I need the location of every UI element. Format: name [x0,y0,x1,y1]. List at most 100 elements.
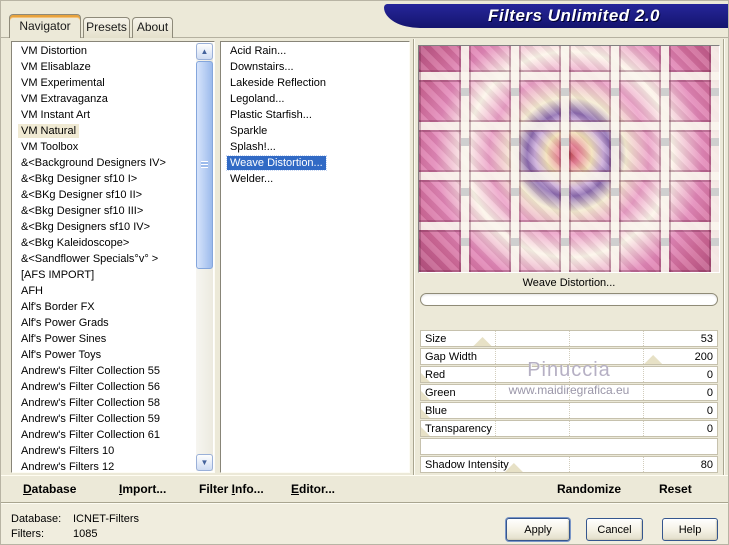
list-item[interactable]: Lakeside Reflection [221,75,409,91]
list-item[interactable]: Downstairs... [221,59,409,75]
tick-mark [643,403,644,418]
list-item[interactable]: VM Natural [12,123,197,139]
slider-handle[interactable] [644,355,663,364]
filters-count-value: 1085 [73,528,98,540]
tick-mark [495,385,496,400]
preview-caption: Weave Distortion... [522,277,616,289]
tick-mark [569,331,570,346]
list-item[interactable]: Plastic Starfish... [221,107,409,123]
import-button[interactable]: Import... [119,482,166,496]
list-item[interactable]: VM Distortion [12,43,197,59]
param-row-gap-width[interactable]: Gap Width 200 [420,348,718,365]
list-item[interactable]: AFH [12,283,197,299]
list-item[interactable]: Andrew's Filters 10 [12,443,197,459]
list-item[interactable]: &<Bkg Designer sf10 III> [12,203,197,219]
randomize-button[interactable]: Randomize [557,482,621,496]
tick-mark [495,349,496,364]
list-item[interactable]: Acid Rain... [221,43,409,59]
list-item[interactable]: Alf's Power Grads [12,315,197,331]
list-item[interactable]: Andrew's Filter Collection 61 [12,427,197,443]
tick-mark [643,457,644,472]
list-item[interactable]: VM Toolbox [12,139,197,155]
list-item[interactable]: Andrew's Filter Collection 58 [12,395,197,411]
list-item[interactable]: Splash!... [221,139,409,155]
param-label: Red [425,369,446,381]
database-button[interactable]: Database [23,482,76,496]
list-item[interactable]: Legoland... [221,91,409,107]
param-row-empty [420,438,718,455]
progress-bar [420,293,718,306]
param-row-shadow-intensity[interactable]: Shadow Intensity 80 [420,456,718,473]
list-item[interactable]: Sparkle [221,123,409,139]
database-status: Database: ICNET-Filters Filters: 1085 [11,512,139,542]
list-item[interactable]: &<Bkg Designer sf10 I> [12,171,197,187]
status-bar: Database: ICNET-Filters Filters: 1085 Ap… [1,503,728,544]
tick-mark [643,331,644,346]
param-row-red[interactable]: Red 0 [420,366,718,383]
scroll-up-icon[interactable]: ▲ [196,43,213,60]
editor-button[interactable]: Editor... [291,482,335,496]
param-row-transparency[interactable]: Transparency 0 [420,420,718,437]
list-item[interactable]: Alf's Power Sines [12,331,197,347]
tick-mark [643,349,644,364]
param-row-green[interactable]: Green 0 [420,384,718,401]
list-item[interactable]: Alf's Border FX [12,299,197,315]
list-item[interactable]: Weave Distortion... [221,155,409,171]
tick-mark [495,403,496,418]
vertical-separator [413,39,415,503]
param-value: 200 [694,351,713,363]
database-status-label: Database: [11,513,62,525]
list-item[interactable]: Alf's Power Toys [12,347,197,363]
apply-button[interactable]: Apply [506,518,570,541]
list-item[interactable]: &<Sandflower Specials°v° > [12,251,197,267]
list-item[interactable]: VM Instant Art [12,107,197,123]
list-item[interactable]: VM Extravaganza [12,91,197,107]
list-item[interactable]: [AFS IMPORT] [12,267,197,283]
slider-handle[interactable] [473,337,492,346]
scrollbar-thumb[interactable] [196,61,213,269]
list-item[interactable]: &<Bkg Designers sf10 IV> [12,219,197,235]
list-item[interactable]: Andrew's Filter Collection 55 [12,363,197,379]
filter-info-button[interactable]: Filter Info... [199,482,264,496]
app-title: Filters Unlimited 2.0 [487,6,661,25]
list-item[interactable]: VM Elisablaze [12,59,197,75]
category-listbox: VM Distortion VM Elisablaze VM Experimenta… [11,41,215,473]
reset-button[interactable]: Reset [659,482,692,496]
menu-bar: Database Import... Filter Info... Editor… [1,475,728,503]
list-item[interactable]: &<BKg Designer sf10 II> [12,187,197,203]
category-scrollbar[interactable]: ▲ ▼ [196,43,213,471]
tick-mark [569,385,570,400]
tab-about[interactable]: About [132,17,173,38]
tab-presets[interactable]: Presets [83,17,130,38]
filter-listbox: Acid Rain... Downstairs... Lakeside Reflec… [220,41,410,473]
filters-count-label: Filters: [11,528,44,540]
param-label: Gap Width [425,351,477,363]
cancel-button[interactable]: Cancel [586,518,643,541]
param-label: Blue [425,405,448,417]
param-row-size[interactable]: Size 53 [420,330,718,347]
category-items: VM Distortion VM Elisablaze VM Experimenta… [12,43,197,472]
tab-navigator[interactable]: Navigator [9,14,81,38]
list-item[interactable]: &<Bkg Kaleidoscope> [12,235,197,251]
list-item[interactable]: Andrew's Filters 12 [12,459,197,472]
tick-mark [569,457,570,472]
list-item[interactable]: VM Experimental [12,75,197,91]
tick-mark [643,367,644,382]
param-value: 0 [706,369,713,381]
scroll-down-icon[interactable]: ▼ [196,454,213,471]
list-item[interactable]: Andrew's Filter Collection 56 [12,379,197,395]
param-value: 80 [700,459,713,471]
tick-mark [569,349,570,364]
list-item[interactable]: Andrew's Filter Collection 59 [12,411,197,427]
filter-preview-image [418,45,720,273]
list-item[interactable]: Welder... [221,171,409,187]
tick-mark [495,331,496,346]
param-label: Size [425,333,447,345]
tick-mark [569,403,570,418]
param-value: 0 [706,405,713,417]
param-row-blue[interactable]: Blue 0 [420,402,718,419]
help-button[interactable]: Help [662,518,718,541]
tick-mark [643,385,644,400]
tick-mark [495,421,496,436]
list-item[interactable]: &<Background Designers IV> [12,155,197,171]
